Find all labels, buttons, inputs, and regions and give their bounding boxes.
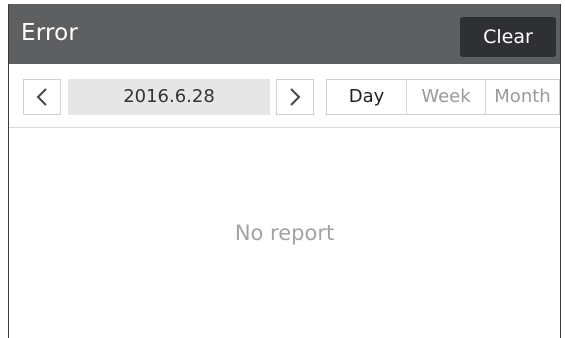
next-date-button[interactable] <box>276 79 314 115</box>
prev-date-button[interactable] <box>23 79 61 115</box>
empty-report-message: No report <box>234 221 335 245</box>
clear-button[interactable]: Clear <box>460 17 556 57</box>
header-bar: Error Clear <box>9 4 560 64</box>
chevron-left-icon <box>36 87 48 107</box>
period-week-tab[interactable]: Week <box>406 80 485 114</box>
date-display[interactable]: 2016.6.28 <box>68 79 270 115</box>
period-day-tab[interactable]: Day <box>327 80 406 114</box>
date-toolbar: 2016.6.28 Day Week Month <box>9 64 560 128</box>
period-month-tab[interactable]: Month <box>485 80 559 114</box>
page-title: Error <box>21 20 79 46</box>
error-report-panel: Error Clear 2016.6.28 Day Week Month No … <box>8 4 561 338</box>
chevron-right-icon <box>289 87 301 107</box>
period-selector: Day Week Month <box>326 79 560 115</box>
